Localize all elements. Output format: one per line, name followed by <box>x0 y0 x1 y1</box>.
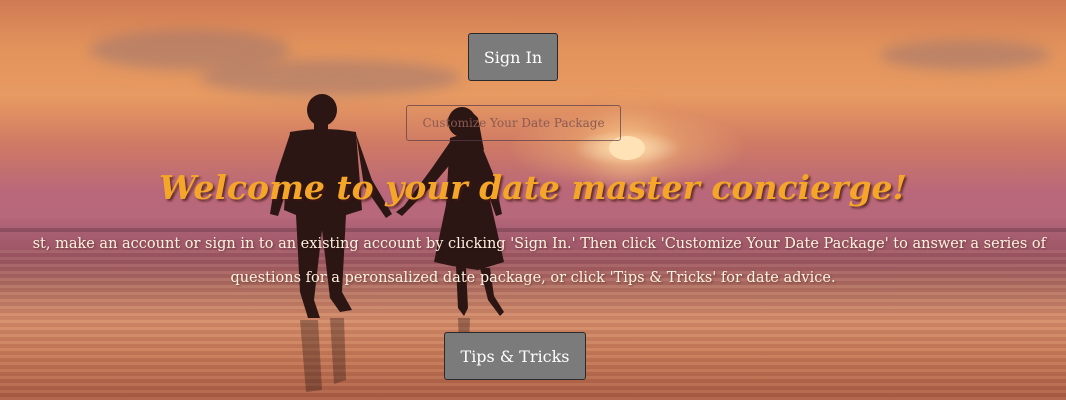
customize-date-package-button[interactable]: Customize Your Date Package <box>406 105 621 141</box>
page-title: Welcome to your date master concierge! <box>158 168 908 207</box>
sign-in-button[interactable]: Sign In <box>468 33 558 81</box>
instructions-line-1: st, make an account or sign in to an exi… <box>32 236 1046 252</box>
tips-and-tricks-button[interactable]: Tips & Tricks <box>444 332 586 380</box>
instructions-line-2: questions for a peronsalized date packag… <box>230 270 836 286</box>
instructions-text: st, make an account or sign in to an exi… <box>0 227 1046 295</box>
